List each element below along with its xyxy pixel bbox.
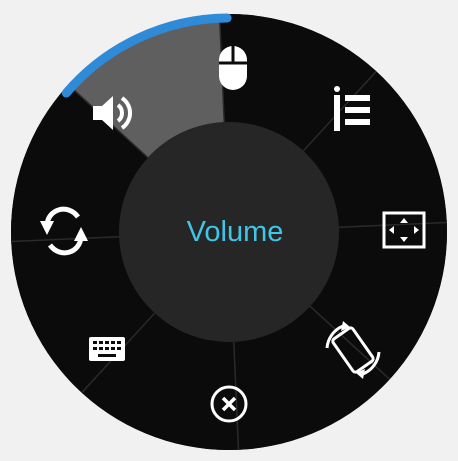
keyboard-icon: [89, 337, 125, 361]
radial-menu: Volume: [0, 0, 458, 461]
center-label: Volume: [187, 216, 284, 248]
mouse-icon: [219, 46, 247, 90]
radial-menu-graphic: Volume: [11, 13, 447, 450]
